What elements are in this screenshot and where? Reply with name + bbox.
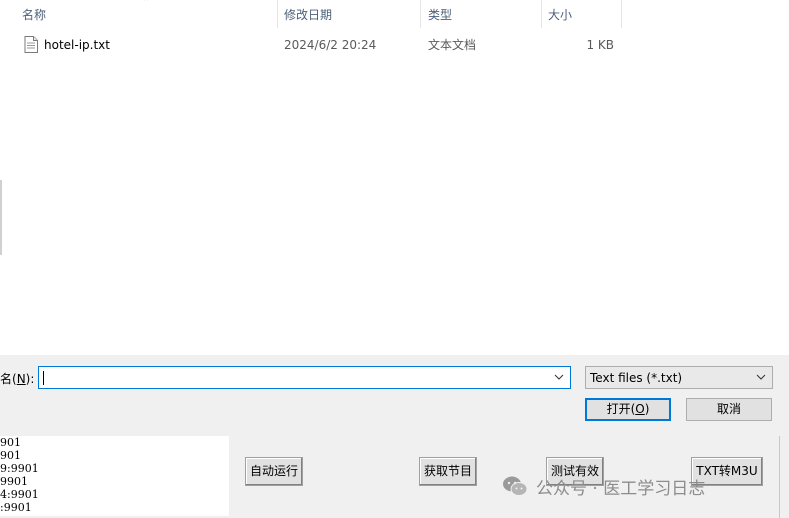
file-type: 文本文档 [428, 38, 477, 52]
log-line: 9:9901 [0, 462, 39, 475]
column-header-type-label: 类型 [428, 7, 453, 22]
column-header-modified[interactable]: 修改日期 [278, 0, 420, 28]
open-button-label-prefix: 打开( [606, 402, 636, 416]
open-button-label-suffix: ) [644, 402, 650, 416]
watermark-text: 公众号 · 医工学习日志 [536, 478, 706, 499]
cancel-button[interactable]: 取消 [686, 398, 772, 421]
right-window-edge [779, 436, 789, 518]
column-divider[interactable] [621, 0, 622, 28]
log-output: 901 901 9:9901 9901 4:9901 :9901 [0, 436, 229, 516]
watermark: 公众号 · 医工学习日志 [502, 474, 706, 499]
file-modified-date: 2024/6/2 20:24 [284, 38, 377, 52]
auto-run-button[interactable]: 自动运行 [245, 457, 303, 486]
column-header-name[interactable]: 名称 [0, 0, 277, 28]
column-header-name-label: 名称 [22, 7, 47, 22]
file-list[interactable]: 名称 ⌃ 修改日期 类型 大小 hotel-ip.txt 2024/6/2 20… [0, 0, 789, 355]
chevron-down-icon[interactable] [554, 371, 564, 383]
log-line: 901 [0, 436, 21, 449]
open-button[interactable]: 打开(O) [585, 398, 671, 421]
file-size: 1 KB [586, 38, 614, 52]
filename-label-accesskey: N [16, 372, 26, 386]
column-header-type[interactable]: 类型 [421, 0, 541, 28]
left-scrollbar-edge [0, 180, 2, 255]
text-file-icon [24, 36, 38, 53]
wechat-icon [503, 476, 528, 496]
chevron-down-icon [756, 374, 766, 380]
file-type-select[interactable]: Text files (*.txt) [585, 366, 773, 389]
filename-label-prefix: 名( [0, 372, 17, 386]
log-line: 9901 [0, 475, 28, 488]
text-caret [43, 371, 44, 385]
file-name[interactable]: hotel-ip.txt [44, 36, 110, 54]
column-header-modified-label: 修改日期 [284, 7, 333, 22]
get-programs-button[interactable]: 获取节目 [419, 457, 477, 486]
log-line: 4:9901 [0, 488, 39, 501]
open-button-accesskey: O [635, 402, 645, 416]
filename-label-suffix: ): [25, 372, 35, 386]
column-header-size[interactable]: 大小 [542, 0, 621, 28]
sort-ascending-icon: ⌃ [142, 0, 151, 8]
log-line: 901 [0, 449, 21, 462]
column-header-size-label: 大小 [548, 7, 573, 22]
file-type-selected: Text files (*.txt) [590, 371, 683, 385]
filename-label: 名(N): [0, 371, 34, 387]
log-line: :9901 [0, 501, 32, 514]
filename-input[interactable] [38, 366, 571, 389]
open-file-dialog: 名称 ⌃ 修改日期 类型 大小 hotel-ip.txt 2024/6/2 20… [0, 0, 789, 437]
